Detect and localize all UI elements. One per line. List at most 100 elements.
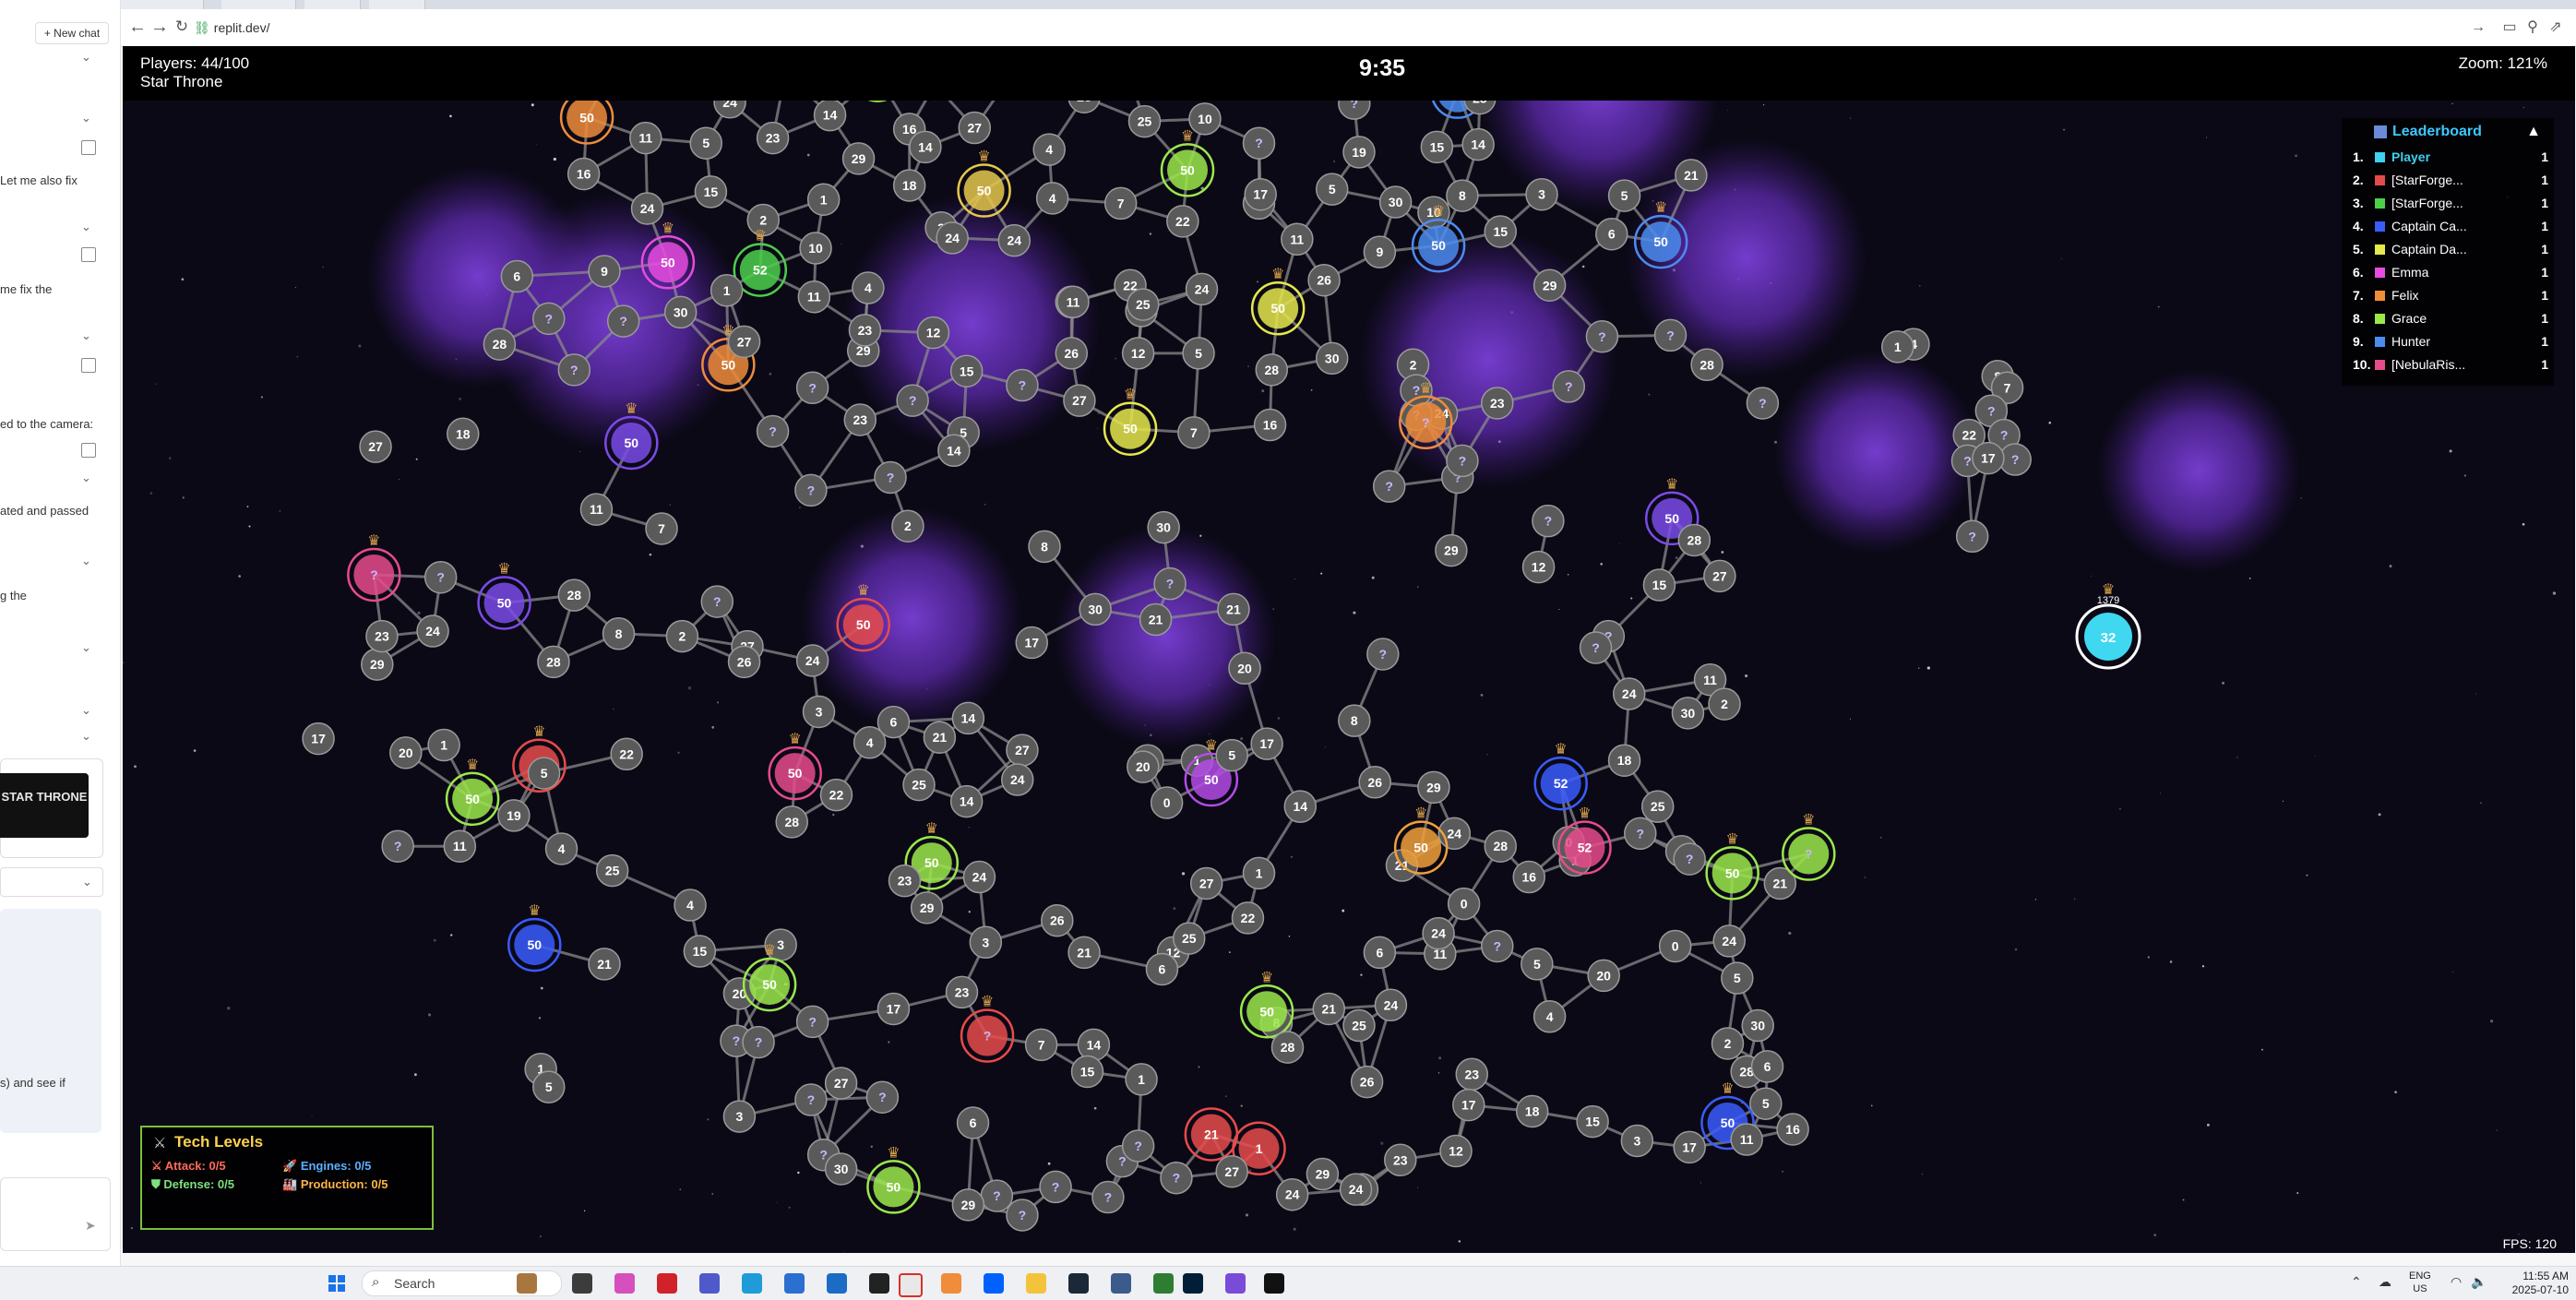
neutral-planet[interactable]: 30	[1315, 341, 1349, 376]
owned-planet[interactable]: 50 ♛	[1705, 831, 1759, 900]
neutral-planet[interactable]: 22	[1231, 901, 1265, 935]
neutral-planet[interactable]: 5	[1721, 961, 1754, 995]
neutral-planet[interactable]: 5	[1182, 337, 1215, 370]
chevron-down-icon[interactable]: ⌄	[81, 729, 94, 744]
store-icon[interactable]	[784, 1273, 805, 1294]
steam-icon[interactable]	[1068, 1273, 1089, 1294]
neutral-planet[interactable]: 7	[1103, 186, 1138, 221]
neutral-planet[interactable]: 1	[1125, 1063, 1158, 1096]
neutral-planet[interactable]: 29	[1435, 533, 1468, 567]
neutral-planet[interactable]: 15	[694, 175, 728, 209]
neutral-planet[interactable]: 24	[1001, 763, 1034, 796]
neutral-planet[interactable]: ?	[742, 1025, 775, 1059]
neutral-planet[interactable]: 25	[1172, 922, 1206, 955]
copilot-icon[interactable]	[614, 1273, 635, 1294]
reload-icon[interactable]: ↻	[172, 17, 192, 37]
neutral-planet[interactable]: 28	[1270, 1031, 1305, 1064]
neutral-planet[interactable]: 21	[588, 948, 621, 981]
owned-planet[interactable]: 52 ♛	[1533, 742, 1588, 811]
chrome-icon[interactable]	[899, 1273, 923, 1297]
neutral-planet[interactable]: 30	[663, 295, 698, 329]
neutral-planet[interactable]: 21	[1217, 592, 1250, 626]
site-info-icon[interactable]: ⛓	[194, 20, 210, 35]
neutral-planet[interactable]: 30	[1147, 510, 1180, 544]
neutral-planet[interactable]: ?	[700, 585, 734, 618]
neutral-planet[interactable]: 25	[595, 853, 629, 888]
neutral-planet[interactable]: 22	[1166, 205, 1199, 238]
owned-planet[interactable]: 50 ♛	[1103, 388, 1158, 456]
neutral-planet[interactable]: 14	[951, 701, 985, 735]
neutral-planet[interactable]: 6	[1750, 1050, 1784, 1083]
neutral-planet[interactable]: 11	[1281, 222, 1314, 256]
neutral-planet[interactable]: 12	[916, 316, 950, 350]
neutral-planet[interactable]: ?	[794, 1083, 828, 1116]
neutral-planet[interactable]: 15	[1642, 568, 1676, 602]
neutral-planet[interactable]: 23	[1481, 387, 1514, 420]
neutral-planet[interactable]: 14	[813, 98, 847, 132]
neutral-planet[interactable]: ?	[1121, 1129, 1155, 1163]
neutral-planet[interactable]: 15	[949, 354, 984, 388]
neutral-planet[interactable]: 15	[1576, 1104, 1609, 1139]
neutral-planet[interactable]: 14	[937, 434, 971, 468]
neutral-planet[interactable]: 29	[361, 648, 394, 681]
neutral-planet[interactable]: 16	[1776, 1113, 1809, 1146]
neutral-planet[interactable]: 23	[843, 403, 877, 436]
app-icon[interactable]	[869, 1273, 889, 1294]
neutral-planet[interactable]: ?	[606, 304, 640, 338]
neutral-planet[interactable]: 26	[1055, 337, 1089, 370]
neutral-planet[interactable]: 20	[1127, 750, 1160, 783]
neutral-planet[interactable]: 2	[891, 509, 924, 543]
neutral-planet[interactable]: 12	[1439, 1134, 1473, 1168]
neutral-planet[interactable]: 0	[1150, 786, 1184, 819]
neutral-planet[interactable]: 23	[1384, 1143, 1417, 1177]
neutral-planet[interactable]: ?	[1532, 504, 1565, 538]
outlook-icon[interactable]	[827, 1273, 847, 1294]
neutral-planet[interactable]: 24	[1374, 988, 1408, 1022]
neutral-planet[interactable]: 28	[1690, 348, 1723, 382]
neutral-planet[interactable]: 24	[1185, 272, 1219, 306]
tab-preview[interactable]	[120, 0, 204, 9]
neutral-planet[interactable]: 4	[1032, 133, 1066, 166]
neutral-planet[interactable]: 25	[1342, 1008, 1376, 1043]
neutral-planet[interactable]: 18	[892, 169, 926, 202]
file-explorer-icon[interactable]	[1026, 1273, 1046, 1294]
neutral-planet[interactable]: 9	[1363, 235, 1397, 268]
neutral-planet[interactable]: ?	[865, 1080, 900, 1114]
neutral-planet[interactable]: 24	[1612, 677, 1646, 710]
neutral-planet[interactable]: 24	[1422, 916, 1455, 950]
neutral-planet[interactable]: ?	[1579, 631, 1613, 664]
neutral-planet[interactable]: 17	[1244, 177, 1277, 211]
neutral-planet[interactable]: 3	[802, 695, 836, 729]
neutral-planet[interactable]: 16	[1512, 860, 1545, 894]
neutral-planet[interactable]: 29	[1417, 770, 1450, 805]
neutral-planet[interactable]: 9	[588, 255, 621, 288]
neutral-planet[interactable]: ?	[874, 460, 907, 495]
neutral-planet[interactable]: 25	[902, 768, 936, 802]
neutral-planet[interactable]: 24	[416, 614, 449, 648]
neutral-planet[interactable]: 10	[799, 232, 832, 265]
neutral-planet[interactable]: 5	[1315, 173, 1349, 206]
neutral-planet[interactable]: 11	[797, 280, 831, 314]
chat-input[interactable]	[0, 1177, 111, 1251]
neutral-planet[interactable]: 18	[1607, 744, 1641, 777]
neutral-planet[interactable]: 27	[1215, 1155, 1248, 1188]
neutral-planet[interactable]: 30	[1079, 592, 1112, 626]
neutral-planet[interactable]: 20	[1228, 651, 1261, 686]
neutral-planet[interactable]: 17	[1673, 1130, 1706, 1164]
neutral-planet[interactable]: 23	[848, 314, 882, 347]
neutral-planet[interactable]: 21	[1312, 992, 1346, 1026]
neutral-planet[interactable]: 17	[302, 722, 335, 756]
neutral-planet[interactable]: 23	[888, 864, 922, 898]
neutral-planet[interactable]: 1	[710, 274, 744, 307]
neutral-planet[interactable]: 1	[1880, 330, 1914, 364]
neutral-planet[interactable]: 4	[1035, 182, 1069, 215]
neutral-planet[interactable]: 30	[1378, 185, 1413, 219]
neutral-planet[interactable]: 1	[806, 183, 841, 217]
neutral-planet[interactable]: 24	[997, 223, 1032, 257]
neutral-planet[interactable]: ?	[1955, 519, 1989, 554]
neutral-planet[interactable]: 28	[1677, 523, 1711, 557]
owned-planet[interactable]: 50 ♛	[768, 732, 822, 801]
neutral-planet[interactable]: 24	[962, 860, 996, 894]
neutral-planet[interactable]: 6	[1363, 936, 1397, 970]
neutral-planet[interactable]: ?	[1242, 126, 1276, 160]
